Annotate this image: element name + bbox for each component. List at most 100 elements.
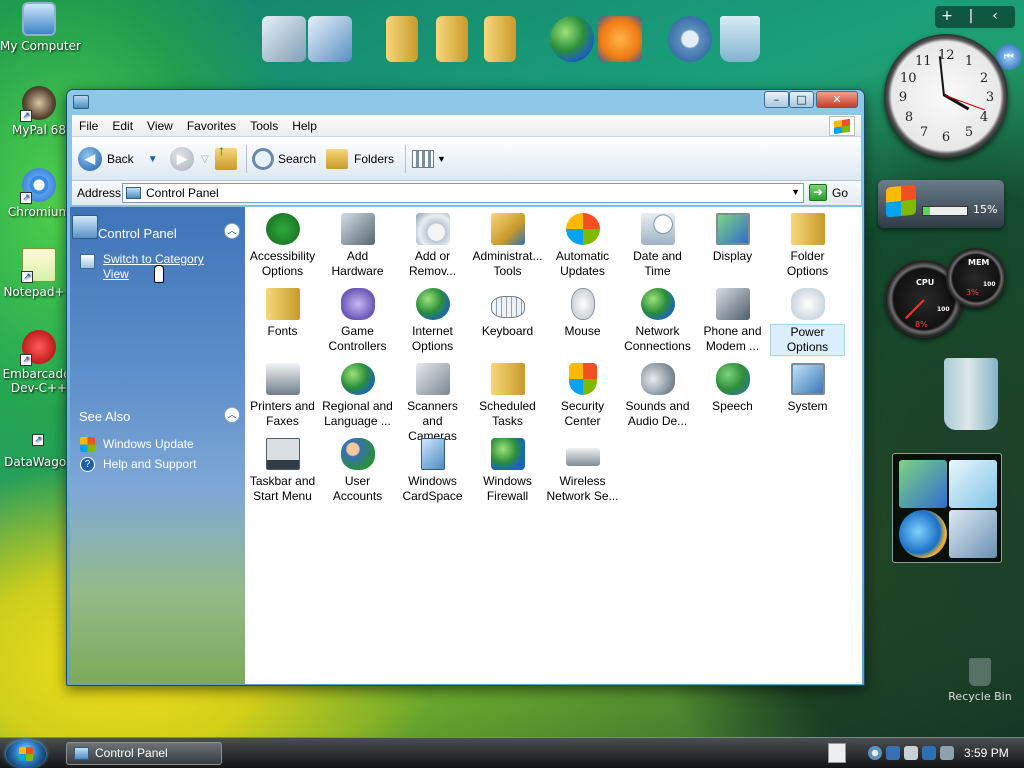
internet-explorer-icon[interactable]: [899, 510, 947, 558]
collapse-see-also-button[interactable]: ︿: [224, 407, 240, 423]
cp-item-date-and-time[interactable]: Date and Time: [620, 213, 695, 279]
windows-start-logo-icon: [19, 747, 33, 761]
forward-button[interactable]: ▶ ▽: [170, 137, 209, 181]
search-icon: [252, 148, 274, 170]
keyboard-layout-icon[interactable]: [828, 743, 846, 763]
dock-drive-icon[interactable]: [308, 16, 352, 62]
cp-item-wireless-network-setup[interactable]: Wireless Network Se...: [545, 438, 620, 504]
cp-item-fonts[interactable]: Fonts: [245, 288, 320, 339]
dock-folder-music-icon[interactable]: [484, 16, 516, 62]
switch-to-category-view-link-2[interactable]: View: [103, 267, 129, 282]
go-button[interactable]: ➜ Go: [809, 184, 848, 201]
cp-item-internet-options[interactable]: Internet Options: [395, 288, 470, 354]
back-dropdown-icon[interactable]: ▼: [148, 154, 158, 165]
control-panel-section-header[interactable]: Control Panel ︿: [70, 215, 245, 241]
close-button[interactable]: ✕: [816, 91, 858, 108]
see-also-section-header[interactable]: See Also ︿: [70, 405, 245, 427]
menu-tools[interactable]: Tools: [243, 115, 285, 137]
computer-icon[interactable]: [949, 510, 997, 558]
window-titlebar[interactable]: – □ ✕: [67, 90, 864, 114]
chevron-left-icon[interactable]: ‹: [983, 6, 1007, 26]
menu-edit[interactable]: Edit: [105, 115, 140, 137]
cp-item-add-remove-programs[interactable]: Add or Remov...: [395, 213, 470, 279]
cp-item-speech[interactable]: Speech: [695, 363, 770, 414]
cp-item-line1: Mouse: [564, 324, 601, 338]
dock-folder-pictures-icon[interactable]: [436, 16, 468, 62]
scheduled-tasks-icon: [490, 363, 525, 395]
drive-tray-icon[interactable]: [904, 746, 918, 760]
cp-item-label: Wireless Network Se...: [545, 474, 620, 504]
cp-item-regional-and-language[interactable]: Regional and Language ...: [320, 363, 395, 429]
cp-item-automatic-updates[interactable]: Automatic Updates: [545, 213, 620, 279]
cp-item-user-accounts[interactable]: User Accounts: [320, 438, 395, 504]
menu-view[interactable]: View: [140, 115, 180, 137]
clock-number: 10: [900, 71, 917, 86]
volume-tray-icon[interactable]: [940, 746, 954, 760]
dock-recycle-bin-icon[interactable]: [720, 16, 760, 62]
cp-item-scheduled-tasks[interactable]: Scheduled Tasks: [470, 363, 545, 429]
cp-item-network-connections[interactable]: Network Connections: [620, 288, 695, 354]
paint-brushes-icon[interactable]: [899, 460, 947, 508]
desktop-icon-my-computer[interactable]: My Computer: [0, 2, 81, 53]
cp-item-windows-cardspace[interactable]: Windows CardSpace: [395, 438, 470, 504]
menu-help[interactable]: Help: [285, 115, 324, 137]
shortcut-arrow-icon: ↗: [20, 192, 32, 204]
forward-dropdown-icon[interactable]: ▽: [201, 154, 209, 165]
security-tray-icon[interactable]: [886, 746, 900, 760]
cp-item-line1: Internet: [412, 324, 453, 338]
cp-item-mouse[interactable]: Mouse: [545, 288, 620, 339]
windows-update-link[interactable]: Windows Update: [103, 437, 194, 452]
settings-tray-icon[interactable]: [868, 746, 882, 760]
collapse-section-button[interactable]: ︿: [224, 223, 240, 239]
cp-item-keyboard[interactable]: Keyboard: [470, 288, 545, 339]
app-launcher-gadget: [892, 453, 1002, 563]
dock-settings-icon[interactable]: [668, 16, 712, 62]
address-input[interactable]: Control Panel ▼: [122, 183, 804, 203]
search-button[interactable]: Search: [252, 137, 316, 181]
shortcut-arrow-icon: ↗: [20, 110, 32, 122]
up-folder-button[interactable]: ↑: [215, 137, 237, 181]
tray-clock[interactable]: 3:59 PM: [964, 746, 1009, 760]
cp-item-game-controllers[interactable]: Game Controllers: [320, 288, 395, 354]
cp-item-display[interactable]: Display: [695, 213, 770, 264]
cp-item-taskbar-and-start-menu[interactable]: Taskbar and Start Menu: [245, 438, 320, 504]
switch-to-category-view-link[interactable]: Switch to Category: [103, 252, 204, 267]
dock-folder-icon[interactable]: [386, 16, 418, 62]
clock-number: 9: [898, 90, 908, 105]
cp-item-scanners-and-cameras[interactable]: Scanners and Cameras: [395, 363, 470, 444]
maximize-button[interactable]: □: [789, 91, 814, 108]
taskbar-button-control-panel[interactable]: Control Panel: [66, 742, 222, 765]
cp-item-system[interactable]: System: [770, 363, 845, 414]
network-tray-icon[interactable]: [922, 746, 936, 760]
menu-favorites[interactable]: Favorites: [180, 115, 243, 137]
clock-number: 4: [979, 110, 989, 125]
recycle-bin-gadget-icon[interactable]: [944, 358, 998, 430]
go-arrow-icon: ➜: [809, 184, 827, 201]
cp-item-administrative-tools[interactable]: Administrat... Tools: [470, 213, 545, 279]
menu-file[interactable]: File: [72, 115, 105, 137]
notepad-icon[interactable]: [949, 460, 997, 508]
cp-item-add-hardware[interactable]: Add Hardware: [320, 213, 395, 279]
cp-item-accessibility-options[interactable]: Accessibility Options: [245, 213, 320, 279]
cp-item-label: Taskbar and Start Menu: [245, 474, 320, 504]
cp-item-windows-firewall[interactable]: Windows Firewall: [470, 438, 545, 504]
views-button[interactable]: ▼: [412, 137, 446, 181]
cp-item-printers-and-faxes[interactable]: Printers and Faxes: [245, 363, 320, 429]
cp-item-power-options[interactable]: Power Options: [770, 288, 845, 356]
add-gadget-button[interactable]: +: [935, 6, 959, 26]
start-button[interactable]: [6, 740, 46, 768]
cp-item-sounds-and-audio[interactable]: Sounds and Audio De...: [620, 363, 695, 429]
cp-item-phone-and-modem[interactable]: Phone and Modem ...: [695, 288, 770, 354]
help-and-support-link[interactable]: Help and Support: [103, 457, 196, 472]
cp-item-security-center[interactable]: Security Center: [545, 363, 620, 429]
dock-globe-icon[interactable]: [550, 16, 594, 62]
minimize-button[interactable]: –: [764, 91, 789, 108]
cp-item-folder-options[interactable]: Folder Options: [770, 213, 845, 279]
folders-button[interactable]: Folders: [326, 137, 394, 181]
desktop-recycle-bin[interactable]: Recycle Bin: [940, 658, 1020, 703]
system-icon: [790, 363, 825, 395]
back-button[interactable]: ◀ Back ▼: [78, 137, 158, 181]
address-dropdown-icon[interactable]: ▼: [791, 187, 800, 197]
dock-media-player-icon[interactable]: [598, 16, 642, 62]
dock-monitor-icon[interactable]: [262, 16, 306, 62]
